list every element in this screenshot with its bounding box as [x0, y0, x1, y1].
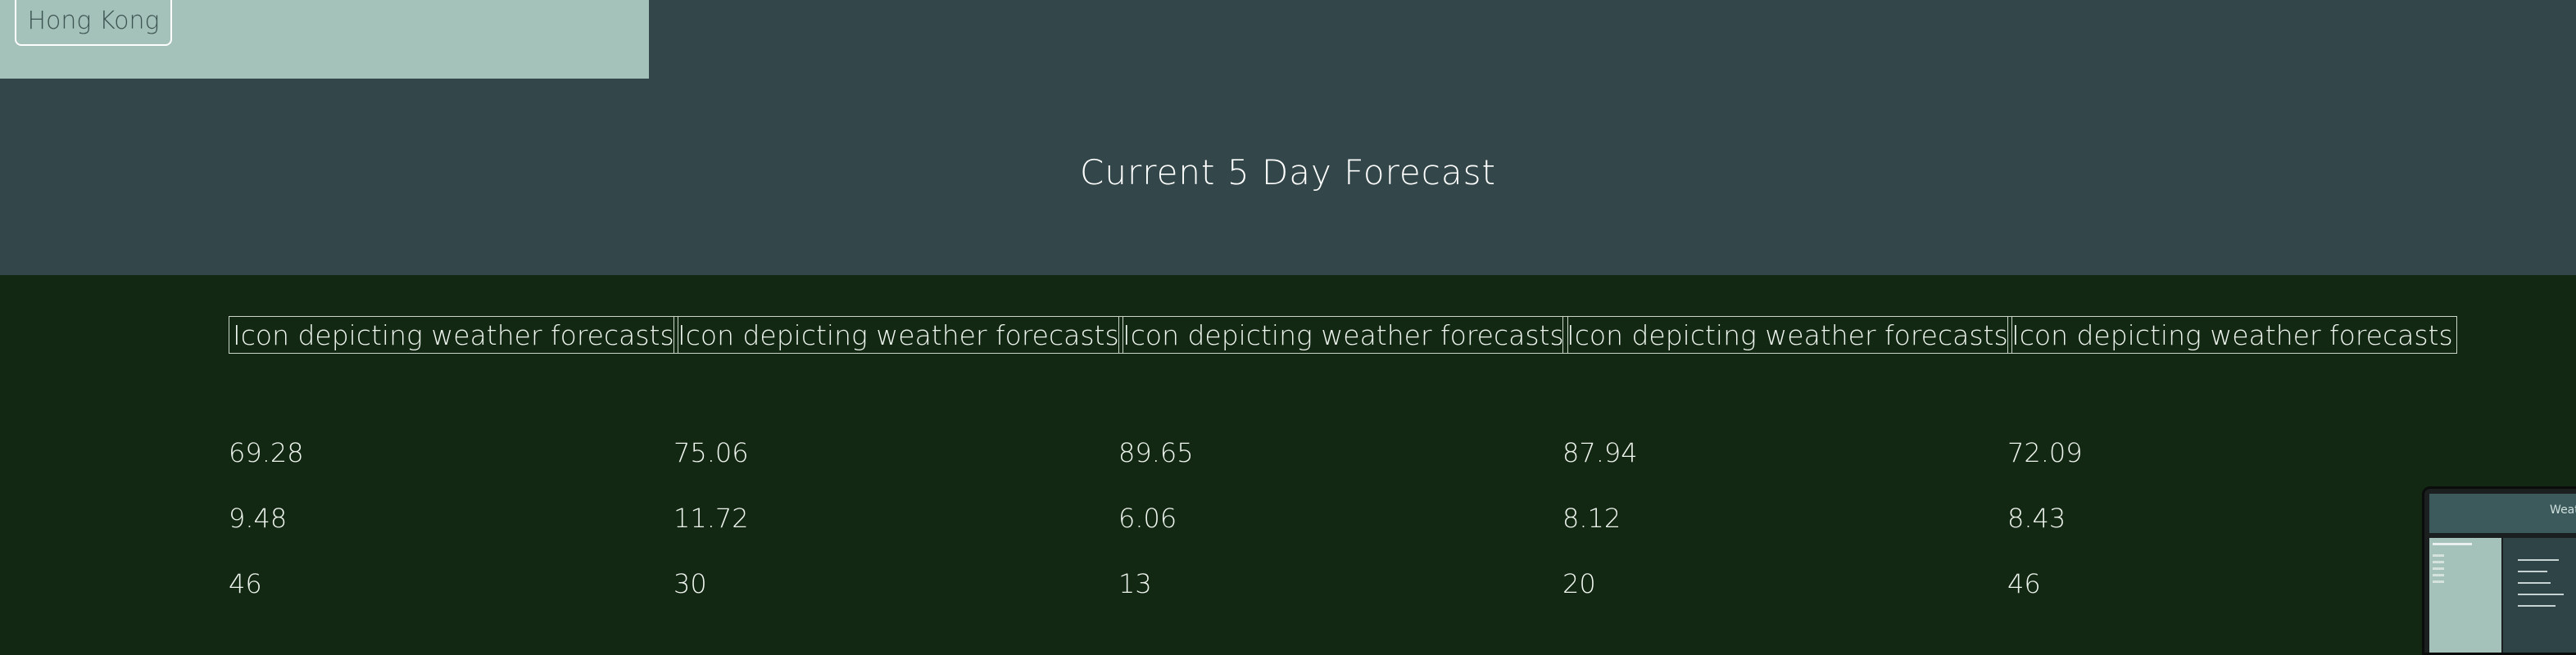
temperature-value: 89.65	[1118, 437, 1194, 468]
preview-line	[2433, 580, 2444, 583]
preview-header: Weather	[2429, 494, 2576, 533]
forecast-day-card: Icon depicting weather forecasts 69.28 9…	[229, 275, 678, 629]
weather-icon: Icon depicting weather forecasts	[2007, 316, 2457, 354]
preview-search-bar	[2433, 543, 2472, 545]
humidity-value: 46	[229, 568, 262, 599]
preview-line	[2433, 554, 2444, 557]
wind-speed-value: 11.72	[673, 503, 749, 534]
temperature-value: 87.94	[1562, 437, 1638, 468]
search-history-panel: Hong Kong	[0, 0, 649, 79]
forecast-day-card: Icon depicting weather forecasts 72.09 8…	[2007, 275, 2457, 629]
preview-line	[2518, 594, 2564, 595]
temperature-value: 69.28	[229, 437, 304, 468]
preview-sidebar	[2429, 538, 2501, 653]
weather-icon: Icon depicting weather forecasts	[673, 316, 1123, 354]
wind-speed-value: 8.12	[1562, 503, 1621, 534]
preview-line	[2433, 561, 2444, 563]
humidity-value: 46	[2007, 568, 2041, 599]
forecast-day-card: Icon depicting weather forecasts 89.65 6…	[1118, 275, 1568, 629]
preview-line	[2518, 571, 2547, 572]
weather-icon: Icon depicting weather forecasts	[1118, 316, 1568, 354]
humidity-value: 13	[1118, 568, 1152, 599]
preview-line	[2518, 605, 2556, 607]
wind-speed-value: 9.48	[229, 503, 288, 534]
temperature-value: 72.09	[2007, 437, 2083, 468]
preview-line	[2433, 567, 2444, 570]
page-preview-thumbnail: Weather	[2422, 486, 2576, 655]
forecast-day-card: Icon depicting weather forecasts 87.94 8…	[1562, 275, 2012, 629]
forecast-day-card: Icon depicting weather forecasts 75.06 1…	[673, 275, 1123, 629]
weather-icon: Icon depicting weather forecasts	[1562, 316, 2012, 354]
preview-title: Weather	[2550, 504, 2576, 517]
preview-line	[2518, 559, 2559, 561]
forecast-section-title: Current 5 Day Forecast	[1080, 152, 1496, 192]
weather-icon: Icon depicting weather forecasts	[229, 316, 678, 354]
city-history-button-hong-kong[interactable]: Hong Kong	[15, 0, 172, 46]
preview-line	[2518, 582, 2551, 584]
preview-line	[2433, 574, 2444, 576]
temperature-value: 75.06	[673, 437, 749, 468]
humidity-value: 20	[1562, 568, 1596, 599]
wind-speed-value: 6.06	[1118, 503, 1177, 534]
preview-main	[2503, 538, 2576, 653]
wind-speed-value: 8.43	[2007, 503, 2066, 534]
humidity-value: 30	[673, 568, 707, 599]
forecast-row: Icon depicting weather forecasts 69.28 9…	[0, 275, 2576, 629]
